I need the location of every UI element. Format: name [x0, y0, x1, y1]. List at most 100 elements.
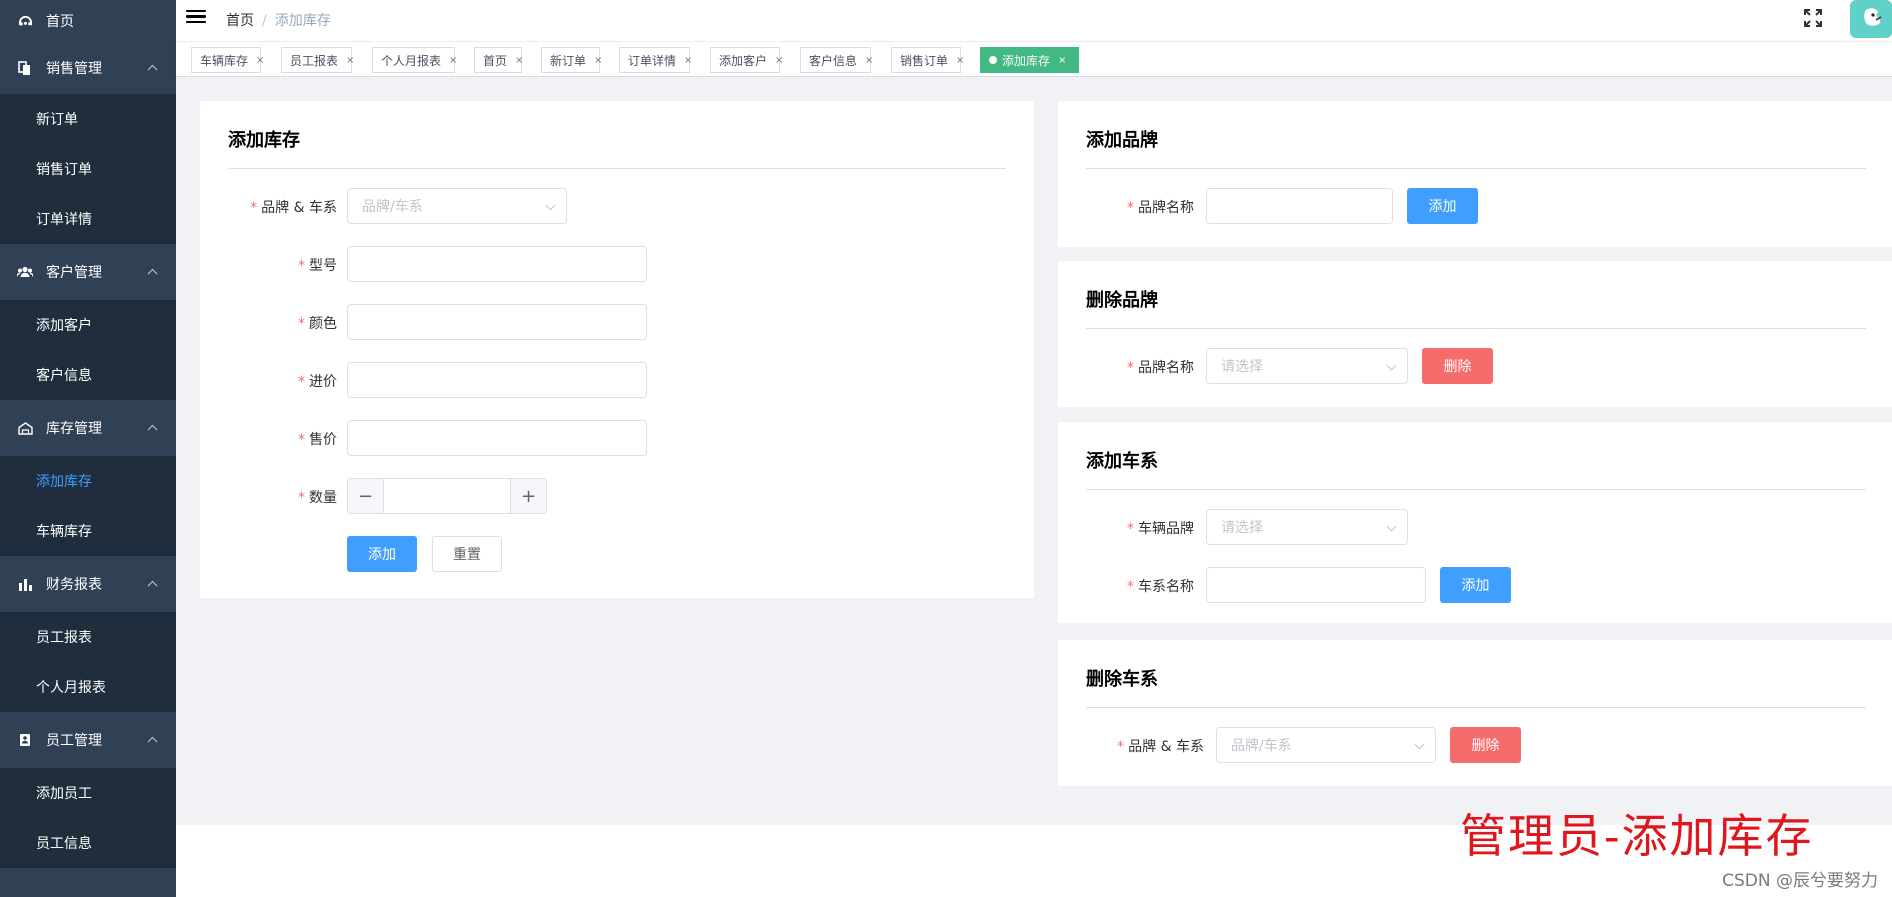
card-title: 删除车系: [1086, 669, 1158, 690]
brand-name-input[interactable]: [1206, 188, 1393, 224]
sidebar-item-order-details[interactable]: 订单详情: [0, 194, 176, 244]
tag-item[interactable]: 订单详情 ×: [619, 47, 692, 73]
id-badge-icon: [16, 731, 34, 749]
tag-item[interactable]: 个人月报表 ×: [372, 47, 457, 73]
series-name-input[interactable]: [1206, 567, 1426, 603]
sidebar-group-sales[interactable]: 销售管理: [0, 42, 176, 94]
sidebar-item-monthly-report[interactable]: 个人月报表: [0, 662, 176, 712]
main-content: 添加库存 * 品牌 & 车系 品牌/车系 * 型号 * 颜色 * 进价 * 售价 * 数量 …: [176, 77, 1892, 825]
tag-item[interactable]: 车辆库存 ×: [191, 47, 264, 73]
sidebar-item-label: 首页: [46, 14, 74, 30]
brand-series-select[interactable]: 品牌/车系: [1216, 727, 1436, 763]
documents-icon: [16, 59, 34, 77]
brand-series-label: * 品牌 & 车系: [1117, 739, 1204, 755]
tag-item[interactable]: 客户信息 ×: [800, 47, 873, 73]
breadcrumb-separator: /: [262, 13, 267, 29]
add-brand-card: 添加品牌 * 品牌名称 添加: [1058, 101, 1892, 247]
chevron-up-icon: [147, 736, 158, 747]
breadcrumb-home[interactable]: 首页: [226, 13, 254, 29]
divider: [228, 168, 1006, 169]
color-input[interactable]: [347, 304, 647, 340]
minus-icon[interactable]: −: [348, 479, 384, 513]
close-icon[interactable]: ×: [256, 55, 264, 66]
tag-item[interactable]: 销售订单 ×: [891, 47, 964, 73]
sidebar-group-customers[interactable]: 客户管理: [0, 244, 176, 300]
plus-icon[interactable]: +: [510, 479, 546, 513]
reset-button[interactable]: 重置: [432, 536, 502, 572]
fullscreen-icon[interactable]: [1804, 9, 1822, 27]
card-title: 添加品牌: [1086, 130, 1158, 151]
brand-series-select[interactable]: 品牌/车系: [347, 188, 567, 224]
tag-label: 首页: [483, 53, 508, 68]
purchase-price-input[interactable]: [347, 362, 647, 398]
vehicle-brand-select[interactable]: 请选择: [1206, 509, 1408, 545]
tag-item-active[interactable]: 添加库存 ×: [980, 47, 1079, 73]
tags-view: 车辆库存 × 员工报表 × 个人月报表 × 首页 × 新订单 × 订单详情 × 添加客户 × …: [176, 42, 1892, 77]
sidebar-item-staff-info[interactable]: 员工信息: [0, 818, 176, 868]
card-title: 添加库存: [228, 130, 300, 151]
close-icon[interactable]: ×: [956, 55, 964, 66]
navbar: 首页 / 添加库存: [176, 0, 1892, 42]
divider: [1086, 168, 1866, 169]
brand-series-label: * 品牌 & 车系: [250, 200, 337, 216]
delete-brand-card: 删除品牌 * 品牌名称 请选择 删除: [1058, 261, 1892, 407]
divider: [1086, 707, 1866, 708]
sidebar-item-vehicle-stock[interactable]: 车辆库存: [0, 506, 176, 556]
chevron-up-icon: [147, 580, 158, 591]
sidebar-group-label: 客户管理: [46, 265, 102, 281]
hamburger-icon[interactable]: [186, 8, 206, 26]
tag-label: 员工报表: [290, 53, 339, 68]
sidebar: 首页 销售管理 新订单 销售订单 订单详情 客户管理 添加客户 客户信息 库存管…: [0, 0, 176, 897]
tag-label: 添加客户: [719, 53, 768, 68]
sidebar-item-add-stock[interactable]: 添加库存: [0, 456, 176, 506]
close-icon[interactable]: ×: [346, 55, 354, 66]
csdn-credit: CSDN @辰兮要努力: [1722, 871, 1878, 891]
close-icon[interactable]: ×: [775, 55, 783, 66]
add-stock-button[interactable]: 添加: [347, 536, 417, 572]
close-icon[interactable]: ×: [865, 55, 873, 66]
tag-item[interactable]: 添加客户 ×: [710, 47, 783, 73]
tag-item[interactable]: 首页 ×: [474, 47, 523, 73]
model-input[interactable]: [347, 246, 647, 282]
close-icon[interactable]: ×: [449, 55, 457, 66]
sidebar-group-finance[interactable]: 财务报表: [0, 556, 176, 612]
avatar[interactable]: [1850, 0, 1892, 38]
sidebar-item-customer-info[interactable]: 客户信息: [0, 350, 176, 400]
sidebar-submenu-sales: 新订单 销售订单 订单详情: [0, 94, 176, 244]
tag-item[interactable]: 员工报表 ×: [281, 47, 354, 73]
delete-brand-button[interactable]: 删除: [1422, 348, 1493, 384]
brand-name-label: * 品牌名称: [1127, 360, 1194, 376]
brand-select[interactable]: 请选择: [1206, 348, 1408, 384]
add-brand-button[interactable]: 添加: [1407, 188, 1478, 224]
delete-series-button[interactable]: 删除: [1450, 727, 1521, 763]
close-icon[interactable]: ×: [1058, 55, 1066, 66]
quantity-stepper[interactable]: − +: [347, 478, 547, 514]
sidebar-item-new-order[interactable]: 新订单: [0, 94, 176, 144]
chevron-up-icon: [147, 268, 158, 279]
sidebar-item-add-customer[interactable]: 添加客户: [0, 300, 176, 350]
sidebar-submenu-inventory: 添加库存 车辆库存: [0, 456, 176, 556]
model-label: * 型号: [298, 258, 337, 274]
close-icon[interactable]: ×: [594, 55, 602, 66]
sidebar-group-label: 库存管理: [46, 421, 102, 437]
quantity-label: * 数量: [298, 490, 337, 506]
sidebar-group-label: 销售管理: [46, 61, 102, 77]
tag-item[interactable]: 新订单 ×: [541, 47, 602, 73]
sidebar-item-home[interactable]: 首页: [0, 0, 176, 42]
sidebar-item-sales-orders[interactable]: 销售订单: [0, 144, 176, 194]
sale-price-label: * 售价: [298, 432, 337, 448]
sidebar-group-staff[interactable]: 员工管理: [0, 712, 176, 768]
add-series-button[interactable]: 添加: [1440, 567, 1511, 603]
chevron-up-icon: [147, 64, 158, 75]
users-icon: [16, 263, 34, 281]
sale-price-input[interactable]: [347, 420, 647, 456]
sidebar-group-label: 财务报表: [46, 577, 102, 593]
chevron-down-icon: [1414, 739, 1425, 750]
close-icon[interactable]: ×: [515, 55, 523, 66]
card-title: 添加车系: [1086, 451, 1158, 472]
sidebar-item-staff-report[interactable]: 员工报表: [0, 612, 176, 662]
sidebar-item-add-staff[interactable]: 添加员工: [0, 768, 176, 818]
sidebar-submenu-customers: 添加客户 客户信息: [0, 300, 176, 400]
sidebar-group-inventory[interactable]: 库存管理: [0, 400, 176, 456]
close-icon[interactable]: ×: [684, 55, 692, 66]
